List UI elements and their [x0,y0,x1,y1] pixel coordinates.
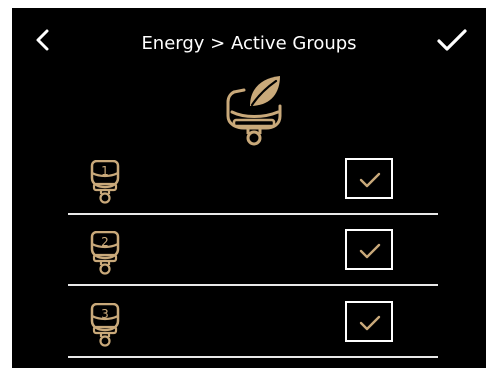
row-divider [68,213,438,215]
checkmark-icon [359,243,381,259]
group-row-2: 2 [68,229,438,289]
app-screen: Energy > Active Groups 1 2 3 [12,8,486,368]
group-number: 1 [101,164,109,178]
checkmark-icon [437,29,467,51]
group-2-checkbox[interactable] [345,229,393,270]
group-number: 3 [101,307,109,321]
group-number: 2 [101,235,109,249]
row-divider [68,284,438,286]
group-3-checkbox[interactable] [345,301,393,342]
group-1-icon: 1 [86,159,124,210]
group-2-icon: 2 [86,230,124,281]
checkmark-icon [359,172,381,188]
confirm-button[interactable] [434,24,470,58]
page-title: Energy > Active Groups [141,33,357,54]
energy-leaf-group-icon [220,72,290,148]
checkmark-icon [359,315,381,331]
group-1-checkbox[interactable] [345,158,393,199]
group-3-icon: 3 [86,302,124,353]
group-row-1: 1 [68,158,438,218]
row-divider [68,356,438,358]
group-row-3: 3 [68,301,438,361]
